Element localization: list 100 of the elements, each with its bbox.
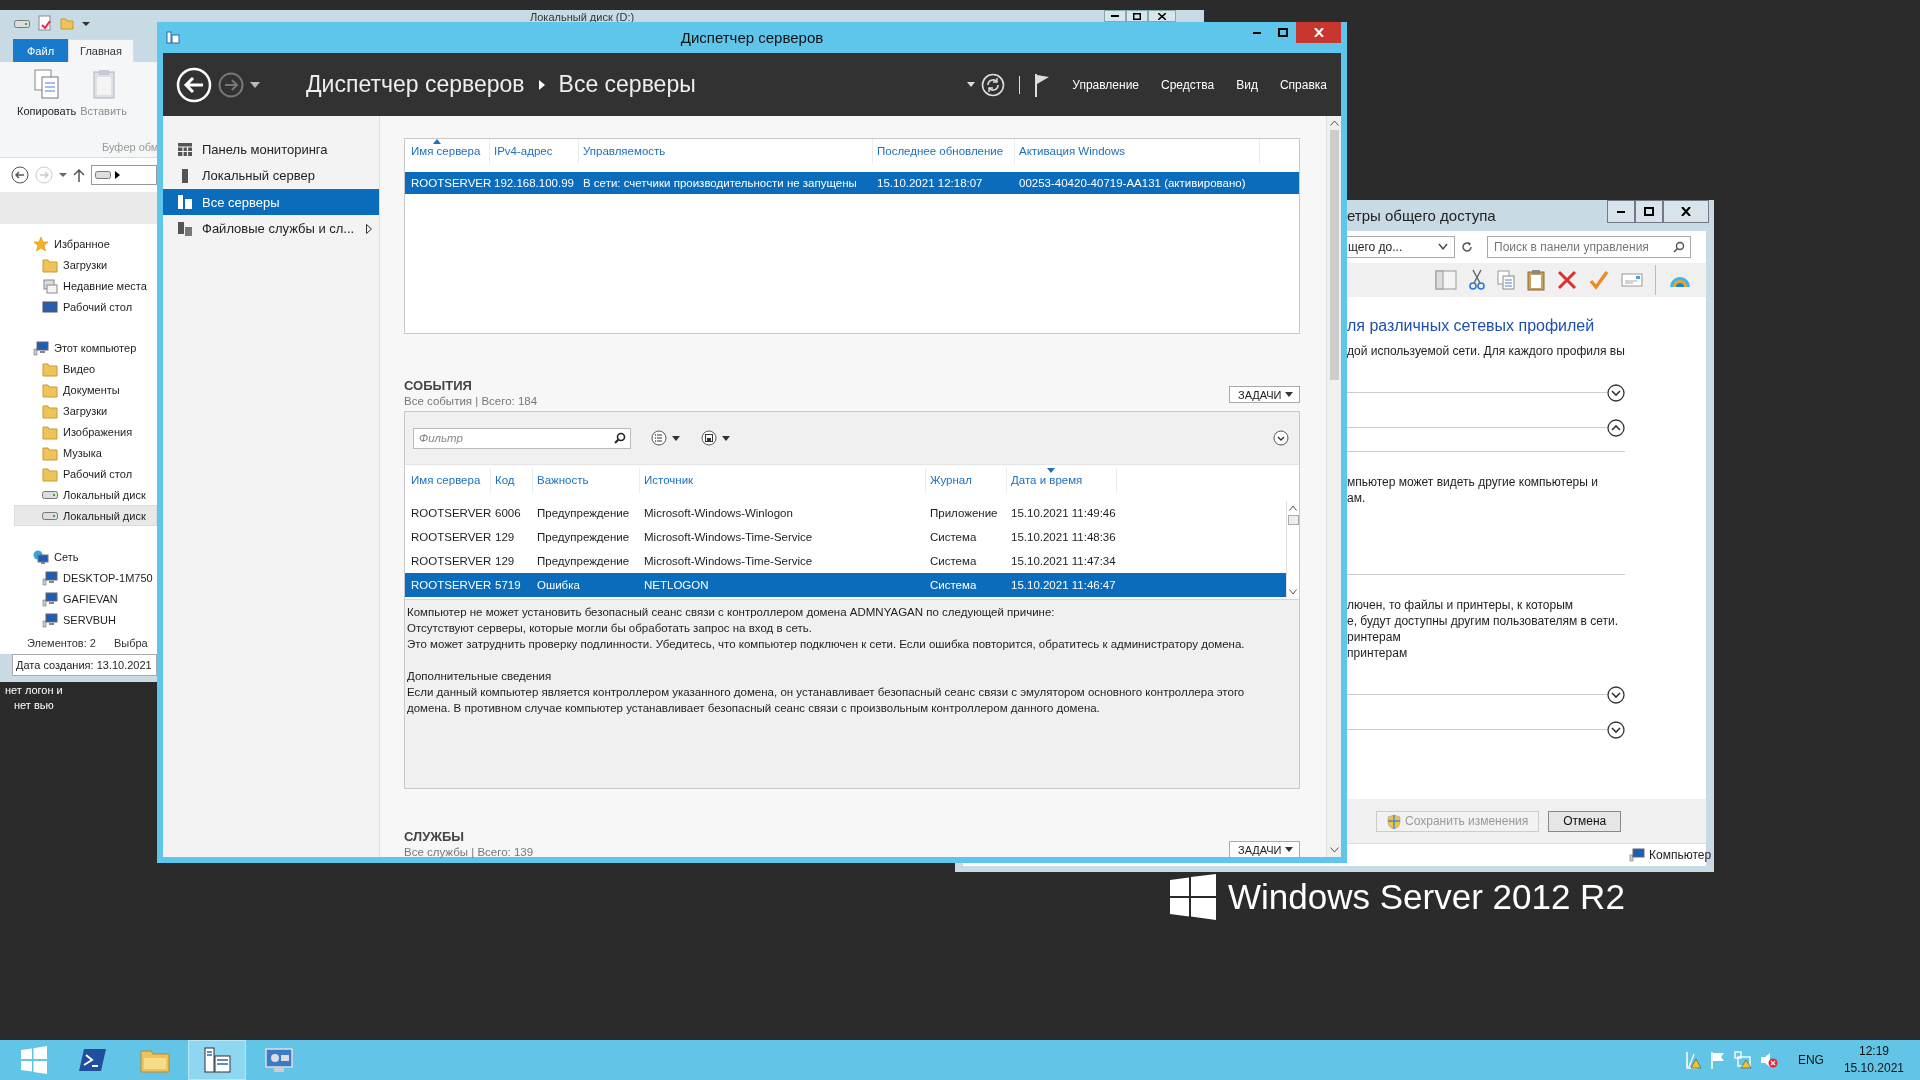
- nav-item[interactable]: Файловые службы и сл...: [163, 215, 379, 242]
- tasks-dropdown[interactable]: ЗАДАЧИ: [1229, 386, 1300, 403]
- breadcrumb-item[interactable]: Диспетчер серверов: [306, 71, 525, 98]
- minimize-button[interactable]: [1104, 10, 1126, 22]
- table-row[interactable]: ROOTSERVER 6006 Предупреждение Microsoft-Windows-Winlogon Приложение 15.10.2021 11:49:46: [405, 501, 1286, 525]
- clipboard-icon[interactable]: [1527, 269, 1545, 291]
- scroll-down-icon[interactable]: [1329, 847, 1339, 853]
- column-header[interactable]: Последнее обновление: [873, 139, 1015, 164]
- tree-item[interactable]: Видео: [0, 358, 157, 379]
- nav-item[interactable]: Локальный сервер: [163, 162, 379, 189]
- expand-icon[interactable]: [1607, 720, 1625, 739]
- caret-icon[interactable]: [967, 81, 976, 88]
- tree-item[interactable]: Этот компьютер: [0, 337, 157, 358]
- tree-item[interactable]: DESKTOP-1M750: [0, 567, 157, 588]
- tree-item[interactable]: Загрузки: [0, 254, 157, 275]
- menu-item[interactable]: Вид: [1236, 77, 1258, 92]
- scroll-thumb[interactable]: [1287, 515, 1299, 525]
- close-button[interactable]: [1663, 200, 1709, 223]
- tree-item[interactable]: Музыка: [0, 442, 157, 463]
- tree-item[interactable]: Рабочий стол: [0, 463, 157, 484]
- column-header[interactable]: Имя сервера: [407, 468, 491, 493]
- tree-item[interactable]: Локальный диск: [14, 505, 157, 526]
- tree-item[interactable]: Изображения: [0, 421, 157, 442]
- minimize-button[interactable]: [1607, 200, 1635, 223]
- expand-icon[interactable]: [1273, 430, 1289, 446]
- network-warning-icon[interactable]: [1733, 1051, 1752, 1069]
- maximize-button[interactable]: [1126, 10, 1148, 22]
- expand-icon[interactable]: [1607, 685, 1625, 704]
- scrollbar[interactable]: [1326, 116, 1341, 857]
- scroll-thumb[interactable]: [1329, 130, 1339, 380]
- properties-icon[interactable]: [38, 15, 52, 31]
- scroll-down-icon[interactable]: [1289, 589, 1297, 595]
- up-arrow-icon[interactable]: [73, 168, 85, 182]
- volume-muted-icon[interactable]: [1759, 1051, 1778, 1069]
- search-icon[interactable]: [614, 431, 626, 444]
- menu-item[interactable]: Управление: [1072, 77, 1140, 92]
- column-header[interactable]: IPv4-адрес: [490, 139, 579, 164]
- maximize-button[interactable]: [1635, 200, 1663, 223]
- desktop-icon-label[interactable]: нет логон и нет вью: [5, 683, 63, 713]
- column-header[interactable]: Источник: [640, 468, 926, 493]
- column-header[interactable]: Управляемость: [579, 139, 873, 164]
- scroll-up-icon[interactable]: [1289, 505, 1297, 511]
- column-header[interactable]: Дата и время: [1007, 468, 1117, 493]
- breadcrumb-item[interactable]: Все серверы: [558, 71, 696, 98]
- caret-icon[interactable]: [59, 171, 67, 179]
- scrollbar[interactable]: [1286, 501, 1299, 599]
- dialog-button[interactable]: Отмена: [1548, 810, 1622, 832]
- clock[interactable]: 12:19 15.10.2021: [1843, 1043, 1904, 1077]
- menu-item[interactable]: Средства: [1161, 77, 1215, 92]
- submenu-arrow-icon[interactable]: [366, 223, 372, 234]
- chevron-right-icon[interactable]: [115, 171, 120, 179]
- expand-icon[interactable]: [1607, 383, 1625, 402]
- tree-item[interactable]: GAFIEVAN: [0, 588, 157, 609]
- scissors-icon[interactable]: [1469, 269, 1485, 291]
- tree-item[interactable]: Сеть: [0, 546, 157, 567]
- column-header[interactable]: Имя сервера: [407, 139, 490, 164]
- tree-item[interactable]: Загрузки: [0, 400, 157, 421]
- tree-item[interactable]: Недавние места: [0, 275, 157, 296]
- tasks-dropdown[interactable]: ЗАДАЧИ: [1229, 841, 1300, 858]
- table-row[interactable]: ROOTSERVER 5719 Ошибка NETLOGON Система 15.10.2021 11:46:47: [405, 573, 1286, 597]
- column-header[interactable]: Важность: [533, 468, 640, 493]
- column-header[interactable]: Журнал: [926, 468, 1007, 493]
- start-button-icon[interactable]: [20, 1046, 48, 1074]
- scroll-up-icon[interactable]: [1329, 120, 1339, 126]
- list-options-icon[interactable]: [651, 430, 681, 446]
- caret-icon[interactable]: [250, 80, 260, 89]
- search-field[interactable]: Поиск в панели управления: [1487, 236, 1691, 258]
- search-icon[interactable]: [1673, 241, 1685, 253]
- tree-item[interactable]: Документы: [0, 379, 157, 400]
- chevron-down-icon[interactable]: [1438, 243, 1448, 251]
- tree-item[interactable]: SERVBUH: [0, 609, 157, 630]
- close-button[interactable]: [1148, 10, 1176, 22]
- ribbon-tab[interactable]: Главная: [68, 39, 134, 62]
- flag-icon[interactable]: [1034, 72, 1051, 97]
- caret-icon[interactable]: [82, 19, 90, 27]
- ribbon-tab[interactable]: Файл: [13, 39, 69, 62]
- save-query-icon[interactable]: [701, 430, 731, 446]
- menu-item[interactable]: Справка: [1279, 77, 1327, 92]
- cross-icon[interactable]: [1557, 270, 1577, 290]
- check-icon[interactable]: [1589, 270, 1609, 290]
- tree-item[interactable]: Локальный диск: [0, 484, 157, 505]
- filter-field[interactable]: Фильтр: [413, 427, 631, 449]
- column-header[interactable]: Код: [491, 468, 533, 493]
- nav-item[interactable]: Панель мониторинга: [163, 136, 379, 162]
- table-row[interactable]: ROOTSERVER 129 Предупреждение Microsoft-Windows-Time-Service Система 15.10.2021 11:48:36: [405, 525, 1286, 549]
- forward-icon[interactable]: [218, 71, 244, 98]
- ribbon-button[interactable]: Копировать: [17, 68, 77, 141]
- tree-item[interactable]: Рабочий стол: [0, 296, 157, 317]
- column-header[interactable]: Активация Windows: [1015, 139, 1260, 164]
- back-icon[interactable]: [11, 166, 29, 184]
- drive-icon[interactable]: [14, 18, 30, 28]
- language-indicator[interactable]: ENG: [1797, 1053, 1824, 1067]
- address-bar[interactable]: [91, 165, 157, 185]
- warning-icon[interactable]: [1685, 1051, 1702, 1069]
- table-row[interactable]: ROOTSERVER 192.168.100.99 В сети: счетчики производительности не запущены 15.10.2021 12:18:07 00253-40420-40719-AA131 (активировано): [405, 172, 1299, 194]
- card-icon[interactable]: [1621, 272, 1643, 288]
- table-row[interactable]: ROOTSERVER 129 Предупреждение Microsoft-Windows-Time-Service Система 15.10.2021 11:47:34: [405, 549, 1286, 573]
- taskbar-button[interactable]: [188, 1040, 246, 1080]
- expand-icon[interactable]: [1607, 418, 1625, 437]
- tree-item[interactable]: Избранное: [0, 233, 157, 254]
